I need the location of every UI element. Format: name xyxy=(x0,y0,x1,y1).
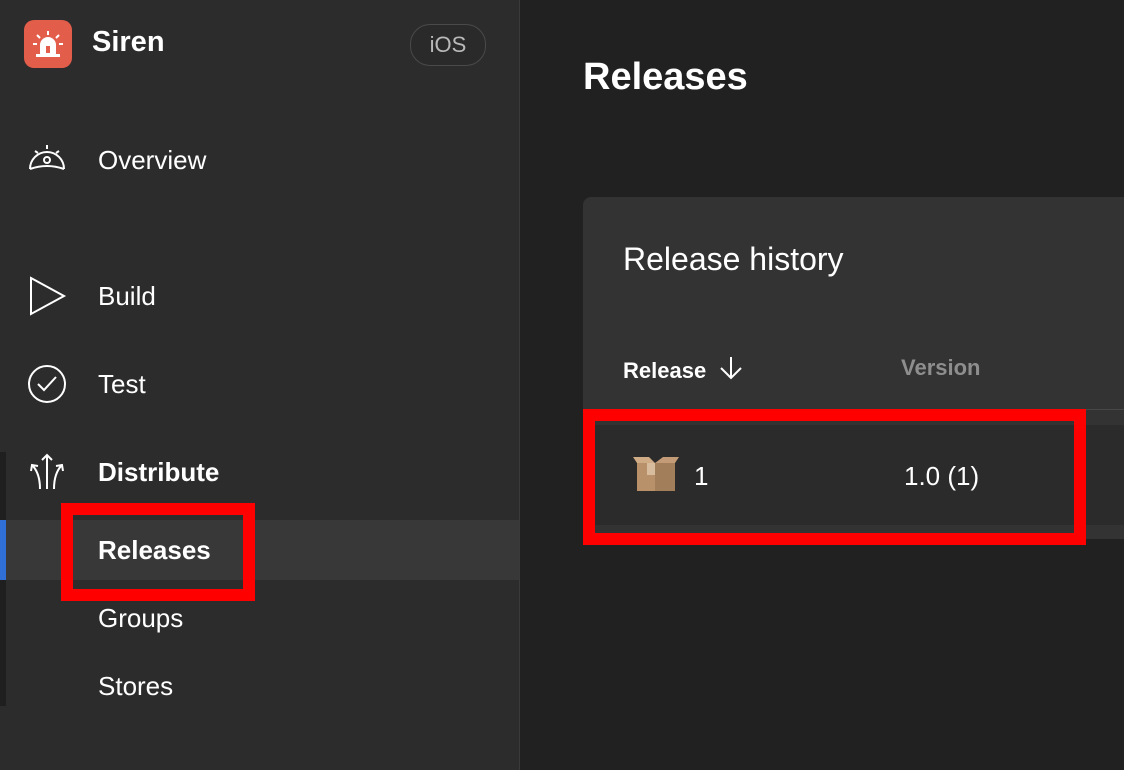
sidebar-item-test[interactable]: Test xyxy=(0,356,519,412)
sidebar-subitem-label: Groups xyxy=(98,602,184,633)
play-icon xyxy=(26,275,68,317)
speedometer-icon xyxy=(26,139,68,181)
sidebar-subitem-releases[interactable]: Releases xyxy=(0,520,519,580)
release-number: 1 xyxy=(694,461,709,491)
release-version: 1.0 (1) xyxy=(904,461,980,491)
divider xyxy=(583,409,1124,410)
sidebar-item-label: Overview xyxy=(98,144,207,175)
sidebar-item-label: Build xyxy=(98,280,156,311)
sidebar-item-distribute[interactable]: Distribute xyxy=(0,444,519,500)
check-circle-icon xyxy=(26,363,68,405)
app-window: Siren iOS Overview Build Test Distribute… xyxy=(0,0,1124,770)
arrow-down-icon xyxy=(718,355,744,387)
sidebar-item-label: Test xyxy=(98,368,146,399)
table-row[interactable]: 1 1.0 (1) xyxy=(583,425,1124,525)
app-name[interactable]: Siren xyxy=(92,26,165,59)
sidebar: Siren iOS Overview Build Test Distribute… xyxy=(0,0,520,770)
sidebar-subitem-groups[interactable]: Groups xyxy=(0,588,519,648)
sidebar-item-overview[interactable]: Overview xyxy=(0,132,519,188)
sidebar-subitem-label: Releases xyxy=(98,534,211,565)
column-header-version[interactable]: Version xyxy=(901,355,980,381)
sidebar-subitem-label: Stores xyxy=(98,670,174,701)
sidebar-item-build[interactable]: Build xyxy=(0,268,519,324)
platform-badge: iOS xyxy=(410,24,486,66)
siren-icon[interactable] xyxy=(24,20,72,68)
column-header-release[interactable]: Release xyxy=(623,355,744,387)
sidebar-subitem-stores[interactable]: Stores xyxy=(0,656,519,716)
card-title: Release history xyxy=(623,241,844,277)
active-indicator xyxy=(0,520,6,580)
package-box-icon xyxy=(633,455,679,493)
column-header-label: Release xyxy=(623,358,707,383)
page-title: Releases xyxy=(583,56,748,98)
sidebar-item-label: Distribute xyxy=(98,456,220,487)
distribute-arrows-icon xyxy=(26,451,68,493)
release-history-card: Release history Release Version 1 1.0 (1… xyxy=(583,197,1124,539)
